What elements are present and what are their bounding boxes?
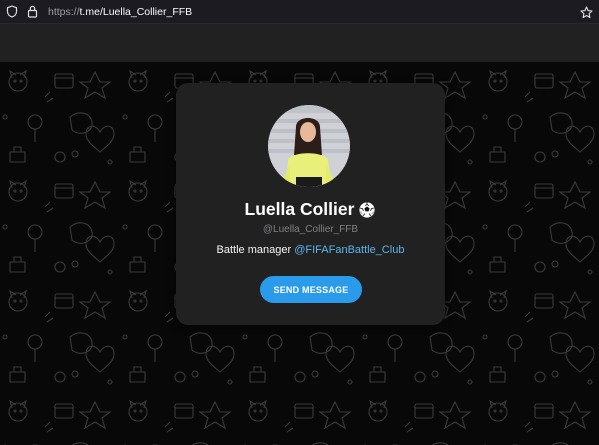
send-message-button[interactable]: SEND MESSAGE <box>260 276 362 303</box>
profile-name: Luella Collier <box>244 199 355 219</box>
lock-icon[interactable] <box>24 4 40 20</box>
avatar[interactable] <box>268 105 350 187</box>
profile-username: @Luella_Collier_FFB <box>262 224 359 235</box>
bio-link[interactable]: @FIFAFanBattle_Club <box>294 244 404 256</box>
bio-text: Battle manager <box>216 244 292 256</box>
address-bar-url[interactable]: https://t.me/Luella_Collier_FFB <box>48 6 192 18</box>
telegram-header <box>0 24 599 62</box>
profile-card: Luella Collier @Luella_Collier_FFB Battl… <box>176 83 445 325</box>
bookmark-star-icon[interactable] <box>578 4 594 20</box>
profile-name-row: Luella Collier <box>176 199 445 220</box>
browser-toolbar: https://t.me/Luella_Collier_FFB <box>0 0 599 24</box>
shield-icon[interactable] <box>4 4 20 20</box>
profile-bio: Battle manager @FIFAFanBattle_Club <box>176 244 445 256</box>
soccer-ball-icon <box>358 201 376 219</box>
